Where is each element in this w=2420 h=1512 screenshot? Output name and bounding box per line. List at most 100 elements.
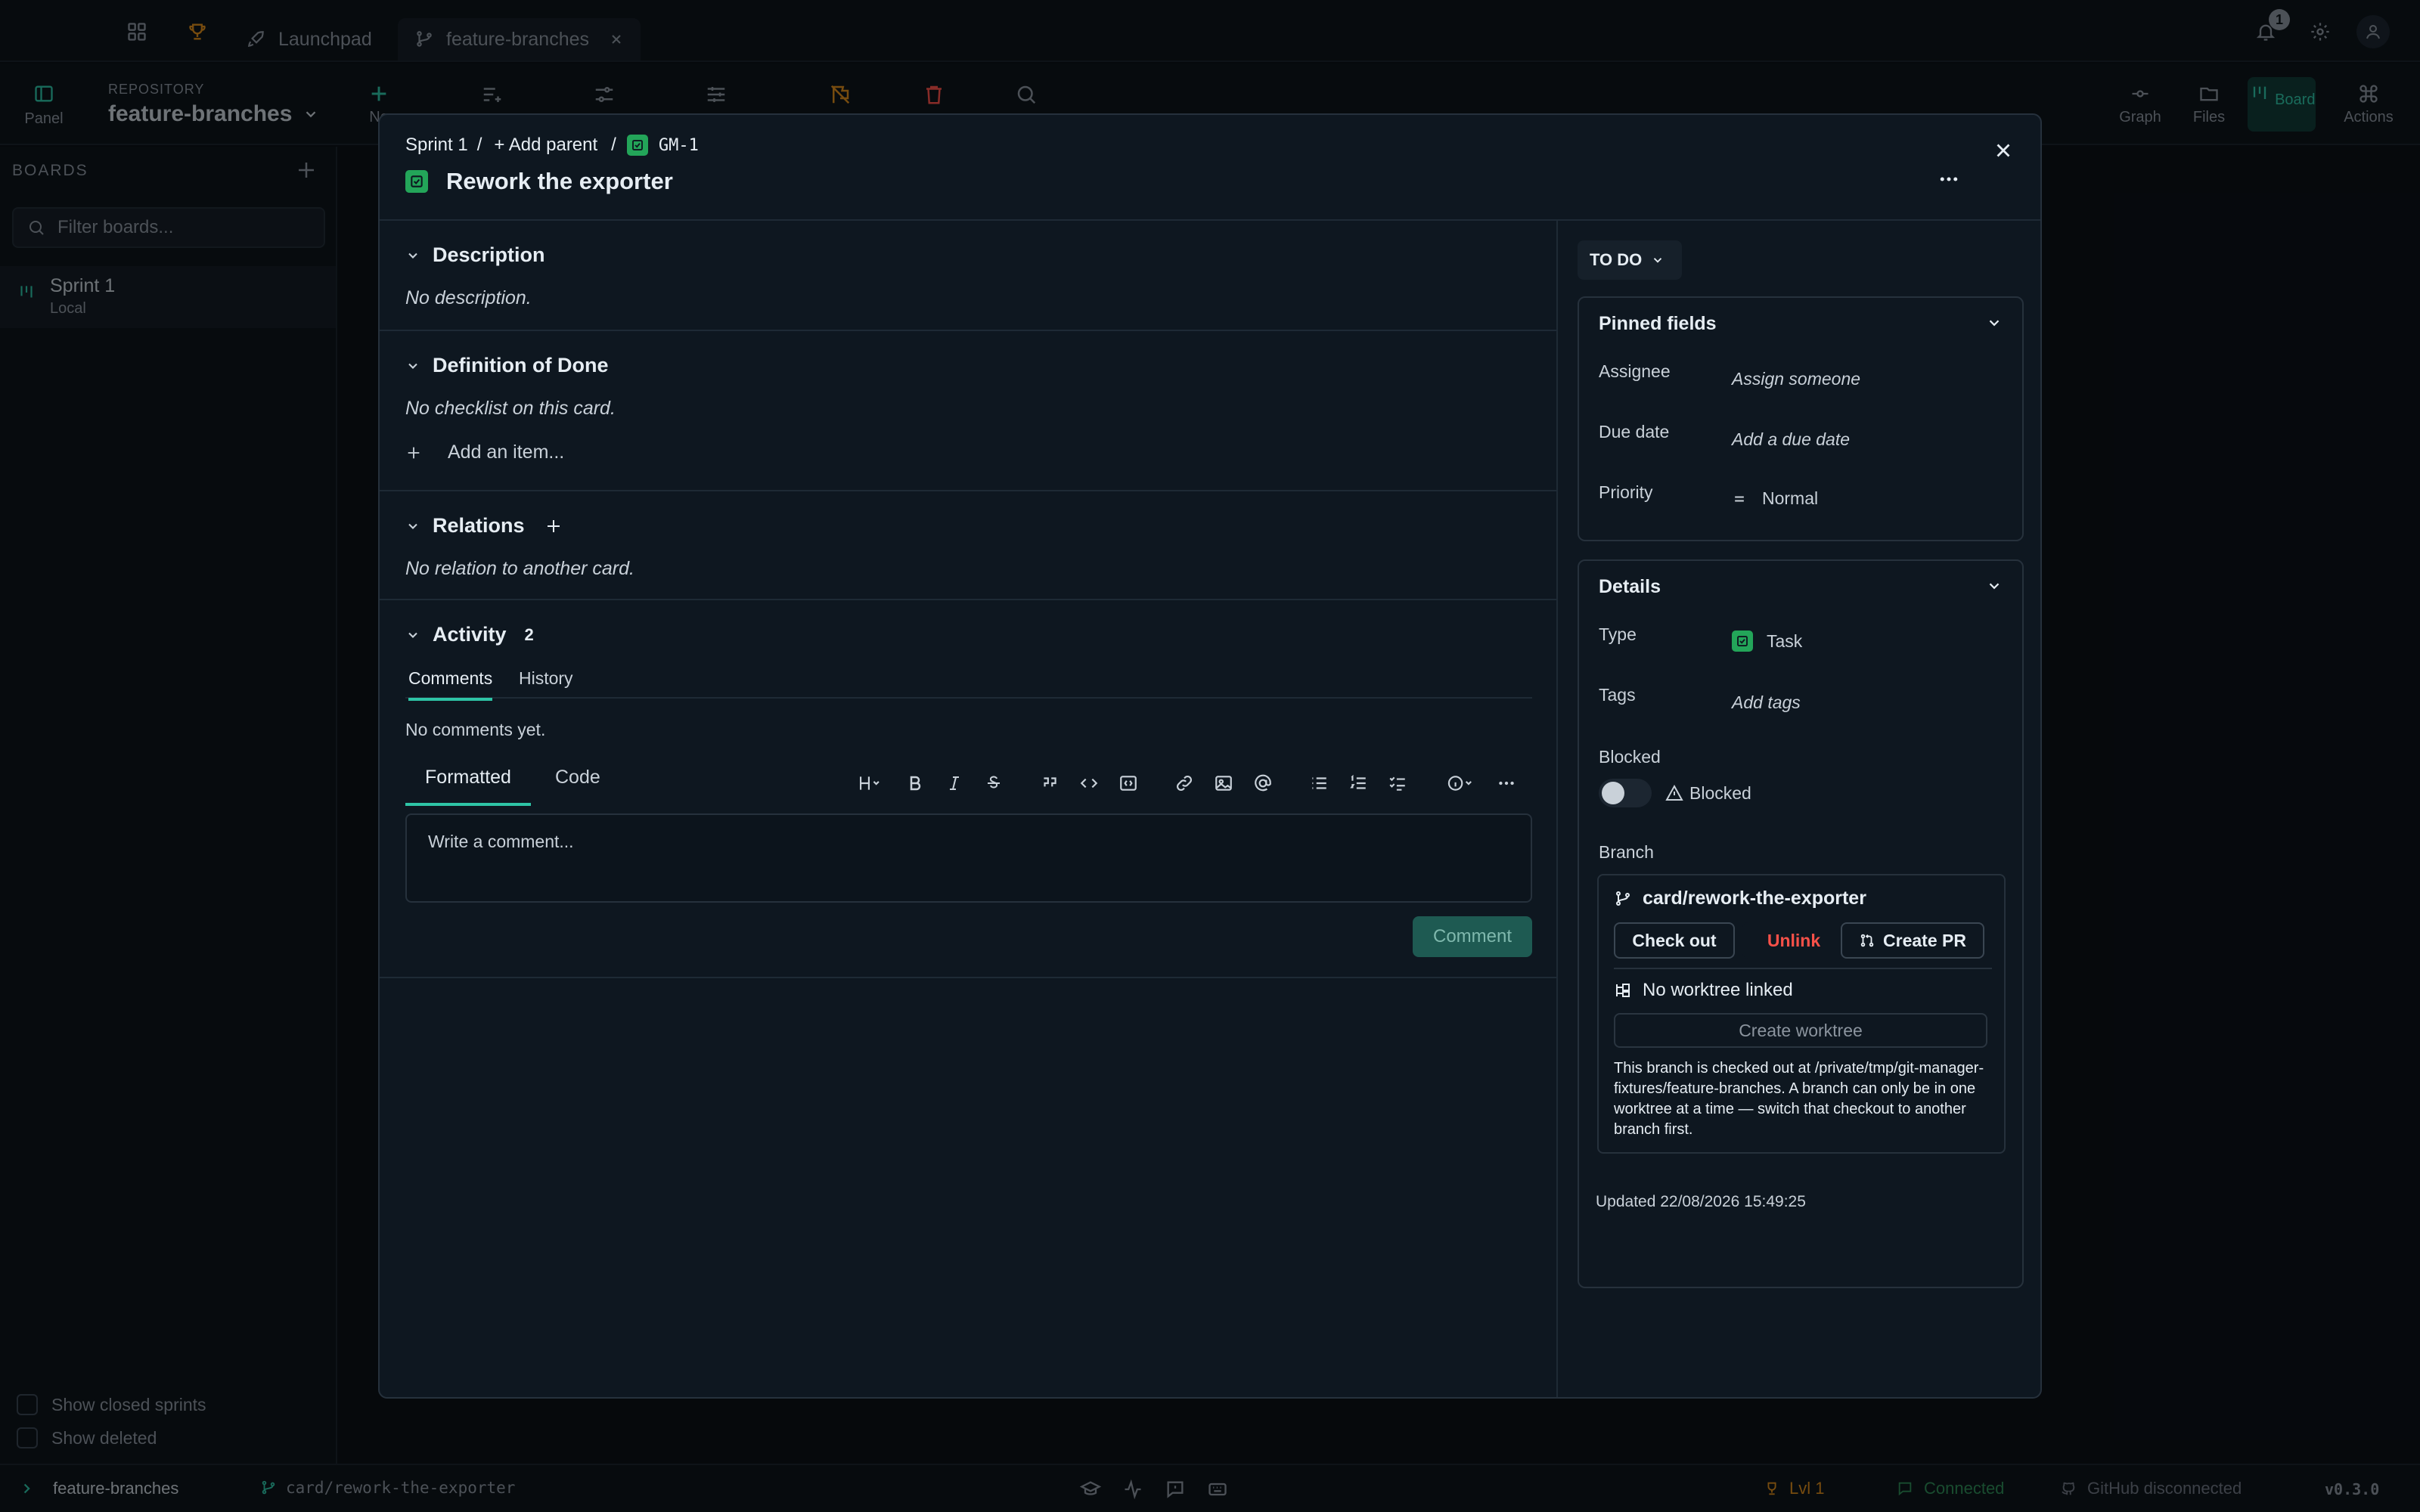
warning-icon <box>1665 784 1683 802</box>
chevron-down-icon <box>405 519 420 534</box>
worktree-status: No worktree linked <box>1614 980 1793 1001</box>
relations-section: Relations No relation to another card. <box>380 491 1556 600</box>
task-icon <box>1732 631 1753 652</box>
card-id[interactable]: GM-1 <box>659 136 699 155</box>
priority-text: Normal <box>1762 488 1819 508</box>
chevron-down-icon <box>405 627 420 643</box>
pinned-fields-card: Pinned fields Assignee Assign someone Du… <box>1578 296 2024 541</box>
branch-name[interactable]: card/rework-the-exporter <box>1643 888 1866 909</box>
dod-section: Definition of Done No checklist on this … <box>380 331 1556 491</box>
git-branch-icon <box>1614 890 1632 908</box>
checklist-icon[interactable] <box>1384 770 1411 797</box>
card-modal: Sprint 1 / + Add parent / GM-1 Rework th… <box>378 113 2042 1399</box>
heading-icon[interactable] <box>852 770 888 797</box>
activity-section: Activity 2 Comments History <box>380 600 1556 978</box>
checkout-button[interactable]: Check out <box>1614 922 1735 959</box>
add-parent-button[interactable]: + Add parent <box>494 135 597 156</box>
add-relation-icon[interactable] <box>544 517 563 535</box>
type-value[interactable]: Task <box>1732 631 1802 652</box>
pinned-fields-heading[interactable]: Pinned fields <box>1599 313 1717 335</box>
chevron-down-icon <box>1651 253 1665 267</box>
priority-label: Priority <box>1599 482 1653 502</box>
create-pr-button[interactable]: Create PR <box>1841 922 1984 959</box>
dod-heading: Definition of Done <box>433 354 609 376</box>
comment-placeholder: Write a comment... <box>428 832 574 851</box>
description-header[interactable]: Description <box>405 243 545 267</box>
pull-request-icon <box>1859 932 1876 949</box>
editor-tab-formatted[interactable]: Formatted <box>405 767 531 806</box>
numbered-list-icon[interactable] <box>1345 770 1372 797</box>
more-icon[interactable] <box>1938 168 1960 191</box>
tags-label: Tags <box>1599 685 1636 705</box>
breadcrumb-separator: / <box>611 135 616 155</box>
due-date-label: Due date <box>1599 422 1670 442</box>
breadcrumb-sprint[interactable]: Sprint 1 <box>405 135 468 156</box>
activity-count: 2 <box>524 624 534 644</box>
card-title-row: Rework the exporter <box>405 168 673 195</box>
blocked-toggle[interactable]: Blocked <box>1599 779 1751 807</box>
description-empty[interactable]: No description. <box>405 287 532 309</box>
bold-icon[interactable] <box>901 770 929 797</box>
details-card: Details Type Task Tags Add tags Blocked … <box>1578 559 2024 1288</box>
branch-note: This branch is checked out at /private/t… <box>1614 1060 1984 1138</box>
unlink-button[interactable]: Unlink <box>1742 922 1845 959</box>
no-comments: No comments yet. <box>405 720 546 739</box>
add-checklist-item[interactable]: Add an item... <box>405 442 564 463</box>
info-icon[interactable] <box>1440 770 1479 797</box>
code-block-icon[interactable] <box>1115 770 1142 797</box>
chevron-down-icon[interactable] <box>1986 578 2003 594</box>
breadcrumb-separator: / <box>476 135 482 155</box>
relations-empty: No relation to another card. <box>405 558 634 579</box>
code-icon[interactable] <box>1075 770 1103 797</box>
task-icon <box>405 170 428 193</box>
dod-header[interactable]: Definition of Done <box>405 354 608 377</box>
description-section: Description No description. <box>380 221 1556 331</box>
priority-value[interactable]: Normal <box>1732 488 1818 509</box>
branch-card: card/rework-the-exporter Check out Unlin… <box>1597 874 2006 1154</box>
tags-value[interactable]: Add tags <box>1732 692 1801 713</box>
activity-header[interactable]: Activity 2 <box>405 623 534 646</box>
mention-icon[interactable] <box>1249 770 1277 797</box>
image-icon[interactable] <box>1210 770 1237 797</box>
comment-input[interactable]: Write a comment... <box>405 813 1532 903</box>
blocked-toggle-label: Blocked <box>1689 782 1751 803</box>
branch-divider <box>1614 968 1992 969</box>
due-date-value[interactable]: Add a due date <box>1732 429 1850 450</box>
description-heading: Description <box>433 243 545 266</box>
assignee-value[interactable]: Assign someone <box>1732 369 1860 389</box>
branch-label: Branch <box>1599 842 1654 862</box>
plus-icon <box>405 445 422 461</box>
more-icon[interactable] <box>1493 770 1520 797</box>
column-divider <box>1556 221 1558 1397</box>
tab-history[interactable]: History <box>519 668 573 689</box>
status-value: TO DO <box>1590 250 1643 269</box>
card-title[interactable]: Rework the exporter <box>446 168 673 195</box>
editor-tab-code[interactable]: Code <box>555 767 600 789</box>
task-icon <box>626 135 648 156</box>
chevron-down-icon[interactable] <box>1986 314 2003 331</box>
link-icon[interactable] <box>1171 770 1198 797</box>
breadcrumb: Sprint 1 / + Add parent / GM-1 <box>405 135 699 156</box>
italic-icon[interactable] <box>941 770 968 797</box>
chevron-down-icon <box>405 248 420 263</box>
updated-timestamp: Updated 22/08/2026 15:49:25 <box>1596 1193 1806 1210</box>
dod-empty: No checklist on this card. <box>405 398 616 419</box>
relations-header[interactable]: Relations <box>405 514 563 538</box>
activity-heading: Activity <box>433 623 507 646</box>
bullet-list-icon[interactable] <box>1305 770 1333 797</box>
quote-icon[interactable] <box>1036 770 1063 797</box>
toggle-knob <box>1602 782 1624 804</box>
equals-icon <box>1732 491 1747 507</box>
branch-name-row: card/rework-the-exporter <box>1614 888 1866 909</box>
activity-tabs: Comments History <box>405 668 1532 701</box>
toggle-switch[interactable] <box>1599 779 1652 807</box>
type-label: Type <box>1599 624 1637 644</box>
tab-comments[interactable]: Comments <box>408 668 493 701</box>
status-dropdown[interactable]: TO DO <box>1578 240 1682 280</box>
comment-button[interactable]: Comment <box>1413 916 1532 957</box>
type-text: Task <box>1767 631 1803 651</box>
create-worktree-button[interactable]: Create worktree <box>1614 1013 1987 1048</box>
close-icon[interactable] <box>1992 139 2015 162</box>
details-heading[interactable]: Details <box>1599 576 1661 598</box>
strikethrough-icon[interactable] <box>980 770 1007 797</box>
